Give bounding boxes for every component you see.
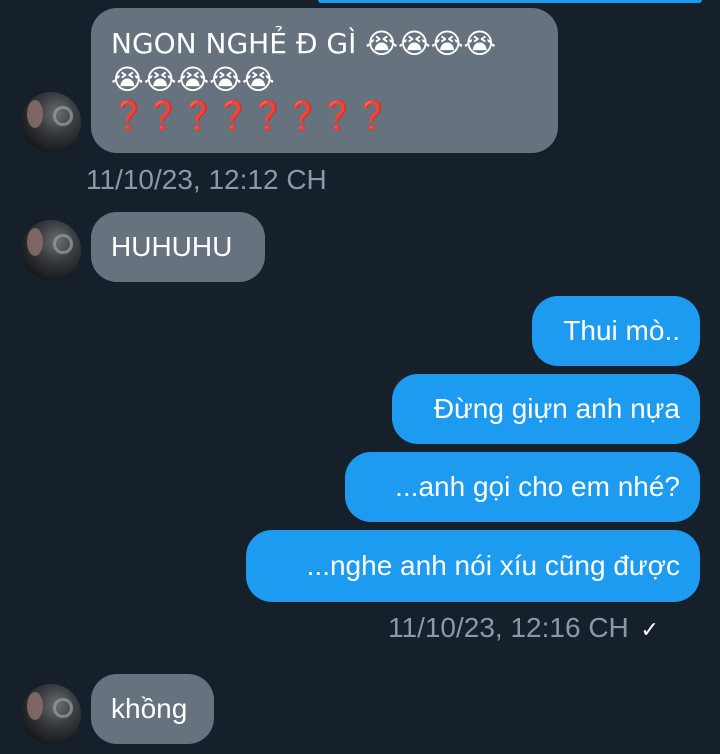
avatar[interactable]	[21, 220, 81, 280]
crying-emoji: 😭😭😭😭😭	[111, 63, 275, 96]
avatar[interactable]	[21, 684, 81, 744]
message-text: ...nghe anh nói xíu cũng được	[306, 550, 680, 581]
outgoing-message-bubble[interactable]: Thui mò..	[532, 296, 700, 366]
outgoing-message-bubble[interactable]: ...nghe anh nói xíu cũng được	[246, 530, 700, 602]
message-text: NGON NGHẺ Đ GÌ	[111, 27, 357, 60]
incoming-message-bubble[interactable]: HUHUHU	[91, 212, 265, 282]
timestamp-text: 11/10/23, 12:16 CH	[388, 612, 629, 643]
message-text: Thui mò..	[563, 315, 680, 346]
message-timestamp: 11/10/23, 12:12 CH	[86, 164, 327, 195]
message-text: Đừng giựn anh nựa	[433, 393, 680, 424]
incoming-message-bubble[interactable]: khồng	[91, 674, 214, 744]
sent-check-icon: ✓	[640, 618, 659, 643]
incoming-message-bubble[interactable]: NGON NGHẺ Đ GÌ 😭😭😭😭 😭😭😭😭😭 ❓❓❓❓❓❓❓❓	[91, 8, 558, 153]
crying-emoji: 😭😭😭😭	[365, 27, 497, 60]
message-text: khồng	[111, 693, 188, 724]
message-timestamp: 11/10/23, 12:16 CH ✓	[388, 612, 659, 644]
previous-outgoing-bubble-edge	[318, 0, 702, 3]
message-line: NGON NGHẺ Đ GÌ 😭😭😭😭	[111, 26, 538, 62]
message-text: ...anh gọi cho em nhé?	[395, 471, 680, 502]
avatar[interactable]	[21, 92, 81, 152]
outgoing-message-bubble[interactable]: Đừng giựn anh nựa	[392, 374, 700, 444]
question-mark-emoji: ❓❓❓❓❓❓❓❓	[111, 99, 390, 132]
outgoing-message-bubble[interactable]: ...anh gọi cho em nhé?	[345, 452, 700, 522]
message-text: HUHUHU	[111, 231, 233, 262]
